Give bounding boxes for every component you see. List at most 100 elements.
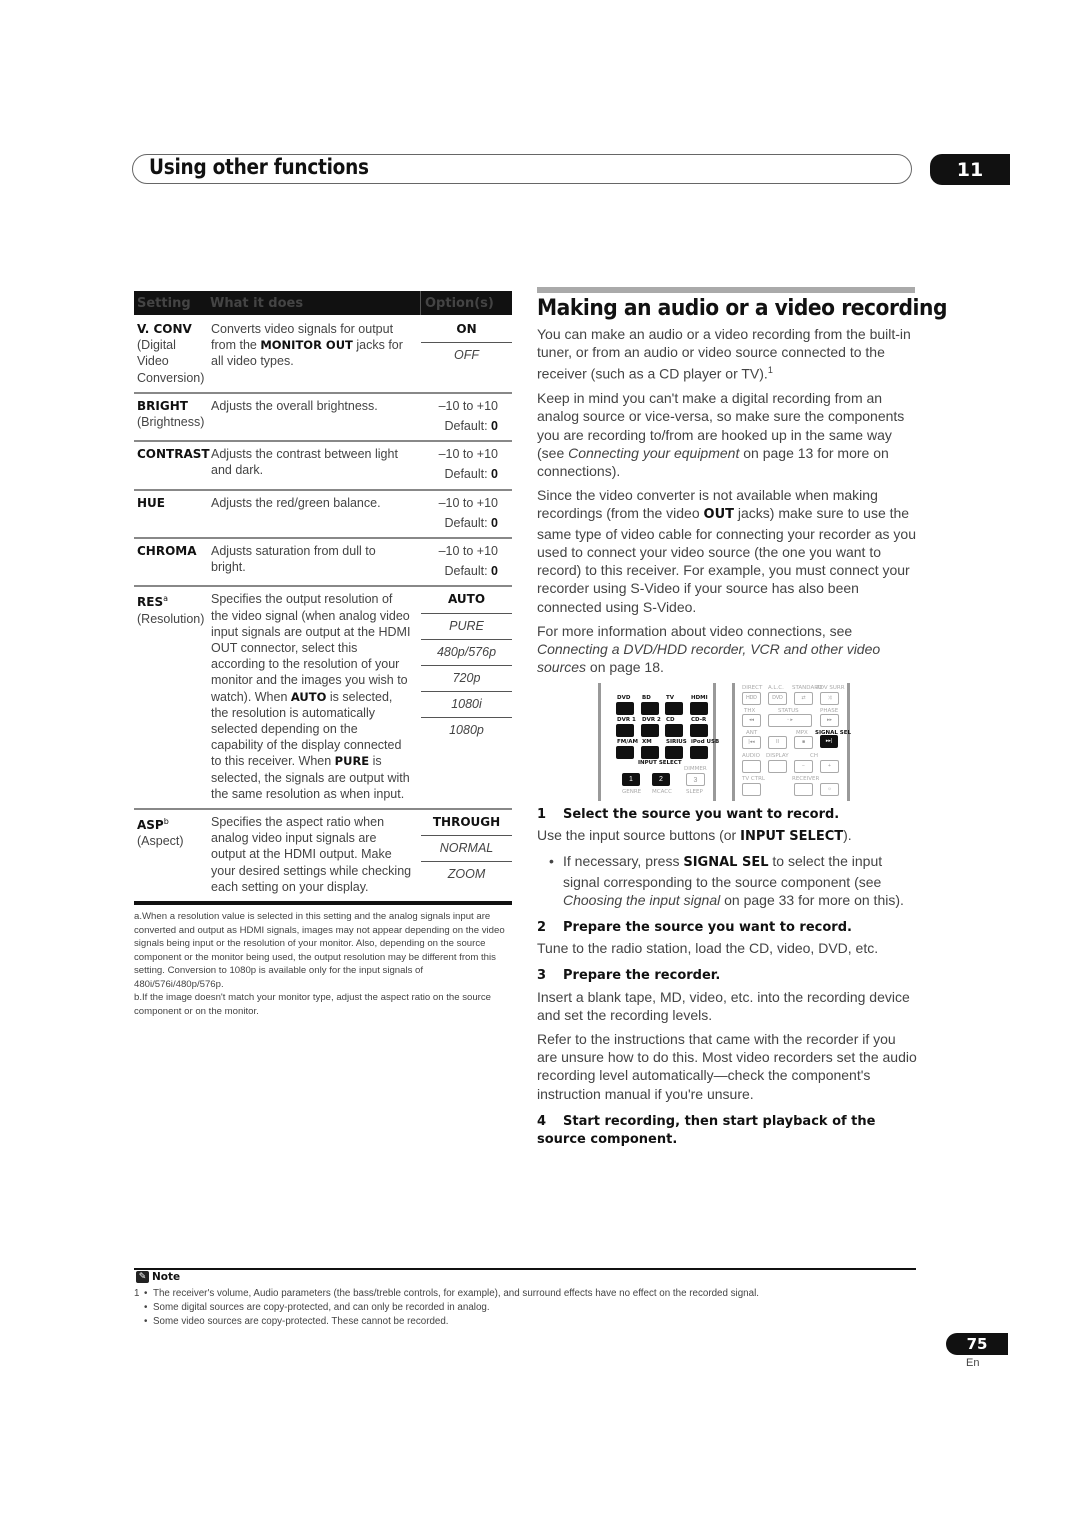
- remote-label: iPod USB: [691, 739, 720, 745]
- paragraph-video-converter: Since the video converter is not availab…: [537, 487, 916, 615]
- table-row: RESa (Resolution) Specifies the output r…: [134, 587, 512, 811]
- remote-number-button: 2: [652, 773, 670, 786]
- remote-label: CD: [666, 717, 675, 723]
- setting-name: RESa: [137, 594, 168, 610]
- setting-name: CHROMA: [137, 544, 197, 559]
- remote-source-button: [665, 724, 683, 737]
- cross-reference-link: Connecting your equipment: [568, 444, 740, 461]
- setting-description: Adjusts the contrast between light and d…: [211, 447, 398, 478]
- remote-label: DISPLAY: [766, 753, 789, 759]
- table-footnotes: a.When a resolution value is selected in…: [134, 910, 514, 1018]
- remote-label: HDMI: [691, 695, 708, 701]
- remote-label: DVR 2: [642, 717, 661, 723]
- setting-name: HUE: [137, 495, 165, 510]
- option-1080p: 1080p: [449, 723, 484, 738]
- remote-label: XM: [642, 739, 652, 745]
- step-1-bullet: If necessary, press SIGNAL SEL to select…: [537, 852, 917, 909]
- setting-name: BRIGHT: [137, 398, 188, 413]
- remote-label: DVR 1: [617, 717, 636, 723]
- language-label: En: [966, 1357, 980, 1369]
- remote-source-button: [641, 702, 659, 715]
- remote-source-button: [616, 702, 634, 715]
- option-auto: AUTO: [421, 591, 512, 614]
- remote-label: TV CTRL: [742, 776, 765, 782]
- step-3-body: Insert a blank tape, MD, video, etc. int…: [537, 988, 910, 1023]
- setting-options: AUTO PURE 480p/576p 720p 1080i 1080p: [417, 591, 512, 802]
- note-item: • Some digital sources are copy-protected…: [144, 1301, 490, 1313]
- note-divider: [134, 1268, 916, 1270]
- remote-label: TV: [666, 695, 675, 701]
- remote-source-button: [641, 724, 659, 737]
- table-row: BRIGHT (Brightness) Adjusts the overall …: [134, 394, 512, 443]
- note-heading: ✎ Note: [136, 1271, 180, 1283]
- column-header-what-it-does: What it does: [210, 295, 304, 311]
- table-row: HUE Adjusts the red/green balance. –10 t…: [134, 491, 512, 540]
- column-header-setting: Setting: [137, 295, 191, 311]
- remote-label: SLEEP: [686, 789, 703, 795]
- option-normal: NORMAL: [421, 840, 512, 863]
- remote-button: DVD: [768, 692, 787, 705]
- setting-range: –10 to +10 Default: 0: [438, 544, 498, 579]
- remote-button: ◂◂: [742, 714, 761, 727]
- steps: 1 Select the source you want to record. U…: [537, 806, 917, 1151]
- remote-source-button: [690, 746, 708, 759]
- chapter-title: Using other functions: [149, 155, 369, 179]
- remote-button: ◦ ▸: [768, 714, 812, 727]
- option-through: THROUGH: [421, 814, 512, 837]
- table-row: CONTRAST Adjusts the contrast between li…: [134, 442, 512, 491]
- remote-button: ⤨: [820, 692, 839, 705]
- remote-label: FM/AM: [617, 739, 638, 745]
- remote-source-button: [641, 746, 659, 759]
- remote-label: RECEIVER: [792, 776, 820, 782]
- remote-control-illustration: DVD BD TV HDMI DVR 1 DVR 2 CD CD-R FM/AM XM SIRIUS…: [598, 683, 851, 801]
- remote-button: ⇄: [794, 692, 813, 705]
- remote-button: +: [820, 760, 839, 773]
- option-480p-576p: 480p/576p: [421, 644, 512, 667]
- intro-text: You can make an audio or a video recordi…: [537, 325, 917, 682]
- paragraph-digital: Keep in mind you can't make a digital re…: [537, 390, 905, 480]
- setting-subtitle: (Digital Video Conversion): [137, 338, 205, 385]
- remote-label: DIRECT: [742, 685, 763, 691]
- step-3-body-2: Refer to the instructions that came with…: [537, 1031, 917, 1102]
- table-row: ASPb (Aspect) Specifies the aspect ratio…: [134, 810, 512, 906]
- setting-name: CONTRAST: [137, 447, 210, 462]
- remote-label: ADV SURR: [816, 685, 845, 691]
- footnote-ref: 1: [767, 365, 773, 376]
- remote-source-button: [665, 746, 683, 759]
- section-divider-bar: [537, 287, 915, 293]
- remote-number-button: 3: [686, 773, 705, 786]
- remote-button: ☼: [820, 783, 839, 796]
- step-3-title: 3 Prepare the recorder.: [537, 968, 721, 984]
- remote-source-button: [616, 724, 634, 737]
- remote-label: MCACC: [652, 789, 672, 795]
- note-item: • Some video sources are copy-protected. …: [144, 1315, 449, 1327]
- remote-button: [742, 783, 761, 796]
- pencil-icon: ✎: [136, 1271, 149, 1283]
- remote-source-button: [616, 746, 634, 759]
- footnote-b: b.If the image doesn't match your monito…: [134, 992, 491, 1017]
- step-2-title: 2 Prepare the source you want to record.: [537, 920, 852, 936]
- column-header-options: Option(s): [420, 291, 512, 315]
- setting-subtitle: (Aspect): [137, 834, 184, 849]
- setting-options: THROUGH NORMAL ZOOM: [417, 814, 512, 895]
- table-header: Setting What it does Option(s): [134, 291, 512, 315]
- remote-label: GENRE: [622, 789, 642, 795]
- setting-description: Converts video signals for output from t…: [211, 322, 403, 369]
- settings-table: Setting What it does Option(s) V. CONV (…: [134, 291, 512, 906]
- remote-signal-sel-button: ▸▸|: [820, 735, 838, 748]
- note-item: 1 • The receiver's volume, Audio parameter…: [134, 1288, 759, 1299]
- step-1-title: 1 Select the source you want to record.: [537, 807, 840, 822]
- step-2-body: Tune to the radio station, load the CD, …: [537, 940, 879, 957]
- remote-label: AUDIO: [742, 753, 760, 759]
- step-1-body: Use the input source buttons (or INPUT S…: [537, 827, 852, 845]
- paragraph-more-info: For more information about video connect…: [537, 622, 881, 676]
- setting-description: Specifies the output resolution of the v…: [211, 592, 411, 801]
- setting-range: –10 to +10 Default: 0: [438, 447, 498, 482]
- chapter-number-tab: 11: [930, 154, 1010, 185]
- remote-button: |◂◂: [742, 736, 761, 749]
- option-on: ON: [421, 321, 512, 344]
- option-1080i: 1080i: [421, 696, 512, 719]
- remote-label: DVD: [617, 695, 631, 701]
- remote-button: HDD: [742, 692, 761, 705]
- remote-label: CH: [810, 753, 818, 759]
